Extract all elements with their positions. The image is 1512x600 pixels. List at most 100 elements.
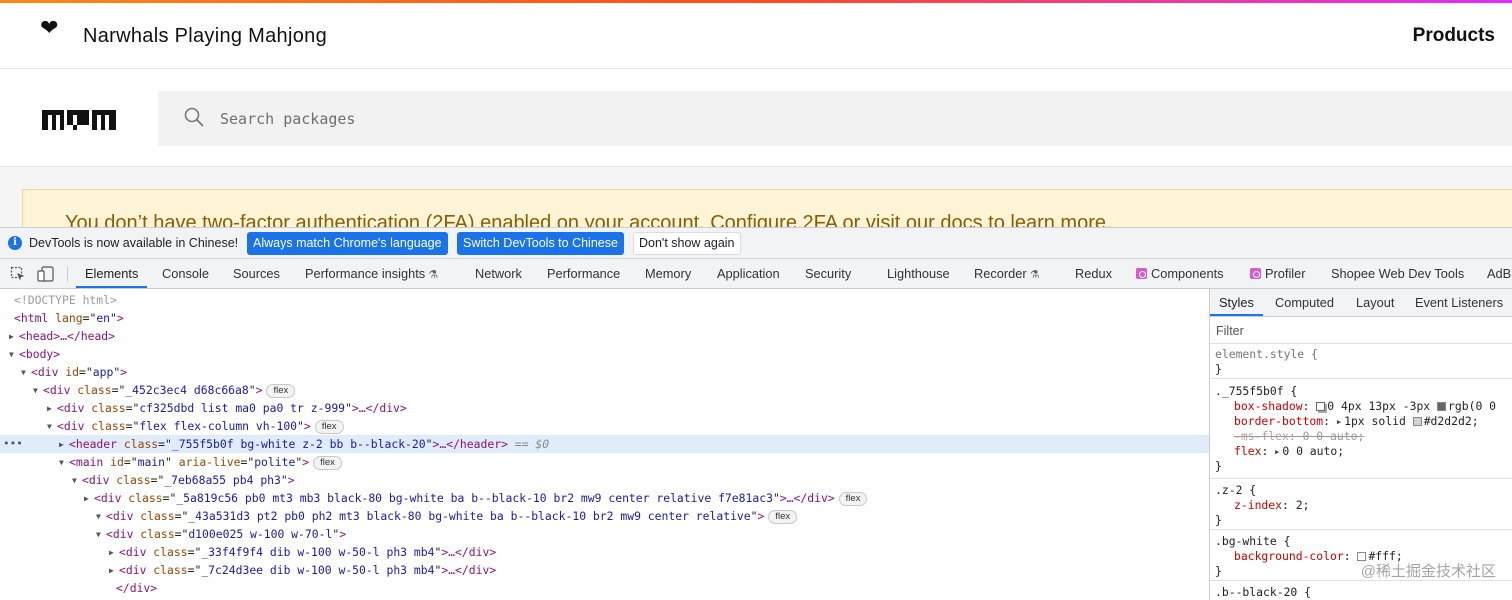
elements-dom-tree: <!DOCTYPE html> <html lang="en"> ▶ <head>…… [0,289,1209,600]
switch-to-chinese-button[interactable]: Switch DevTools to Chinese [457,232,624,255]
tab-components[interactable]: Components [1136,259,1224,288]
flex-badge[interactable]: flex [838,492,868,506]
page-content: You don’t have two-factor authentication… [0,167,1512,234]
search-input[interactable] [220,105,820,133]
css-rule-755f5b0f[interactable]: ._755f5b0f { box-shadow: 0 4px 13px -3px… [1210,382,1512,479]
devtools-infobar: i DevTools is now available in Chinese! … [0,228,1512,259]
collapse-triangle-icon[interactable]: ▼ [33,382,43,400]
tab-performance-insights[interactable]: Performance insights ⚗ [305,259,438,288]
dom-node[interactable]: ▶ <div class="_33f4f9f4 dib w-100 w-50-l … [0,543,1209,561]
dom-node[interactable]: ▼ <div id="app"> [0,363,1209,381]
selected-node-marker: == $0 [514,437,550,451]
expand-triangle-icon[interactable]: ▶ [9,328,19,346]
dom-node[interactable]: ▼ <div class="flex flex-column vh-100"> fl… [0,417,1209,435]
dom-node-selected[interactable]: ••• ▶ <header class="_755f5b0f bg-white z-… [0,435,1209,453]
dom-node[interactable]: ▶ <div class="cf325dbd list ma0 pa0 tr z-… [0,399,1209,417]
search-icon [184,107,204,127]
tab-adb[interactable]: AdB [1487,259,1511,288]
tab-redux[interactable]: Redux [1075,259,1112,288]
tab-event-listeners[interactable]: Event Listeners [1415,289,1503,316]
site-header: ❤ Narwhals Playing Mahjong Products [0,3,1512,69]
styles-filter-input[interactable] [1216,322,1496,340]
tab-elements[interactable]: Elements [76,259,148,288]
dom-node[interactable]: ▼ <div class="_43a531d3 pt2 pb0 ph2 mt3 b… [0,507,1209,525]
collapse-triangle-icon[interactable]: ▼ [96,526,106,544]
css-prop-flex[interactable]: flex: ▶ 0 0 auto; [1210,444,1512,459]
collapse-triangle-icon[interactable]: ▼ [59,454,69,472]
collapse-triangle-icon[interactable]: ▼ [96,508,106,526]
info-icon: i [8,236,22,250]
css-prop-box-shadow[interactable]: box-shadow: 0 4px 13px -3px rgb(0 0 [1210,399,1512,414]
site-title[interactable]: Narwhals Playing Mahjong [83,25,327,48]
tab-application[interactable]: Application [717,259,780,288]
flex-badge[interactable]: flex [314,420,344,434]
inspect-element-icon[interactable] [10,266,26,282]
heart-icon[interactable]: ❤ [40,15,58,41]
css-prop-z-index[interactable]: z-index: 2; [1210,498,1512,513]
flex-badge[interactable]: flex [768,510,798,524]
expand-triangle-icon[interactable]: ▶ [1275,448,1279,456]
tab-sources[interactable]: Sources [233,259,280,288]
expand-triangle-icon[interactable]: ▶ [59,436,69,454]
experiment-flask-icon: ⚗ [428,269,439,281]
tab-shopee-web-dev-tools[interactable]: Shopee Web Dev Tools [1331,259,1464,288]
dom-node[interactable]: ▼ <div class="_7eb68a55 pb4 ph3"> [0,471,1209,489]
expand-triangle-icon[interactable]: ▶ [84,490,94,508]
dom-node[interactable]: </div> [0,579,1209,597]
collapse-triangle-icon[interactable]: ▼ [21,364,31,382]
npm-search-bar [0,70,1512,167]
collapse-triangle-icon[interactable]: ▼ [72,472,82,490]
expand-triangle-icon[interactable]: ▶ [47,400,57,418]
dom-node[interactable]: ▼ <main id="main" aria-live="polite"> flex [0,453,1209,471]
devtools-tabbar: Elements Console Sources Performance ins… [0,259,1512,289]
expand-triangle-icon[interactable]: ▶ [109,562,119,580]
infobar-message: DevTools is now available in Chinese! [29,236,239,250]
dom-node[interactable]: ▶ <head>…</head> [0,327,1209,345]
tabbar-separator [67,266,68,282]
dom-node[interactable]: ▼ <div class="_452c3ec4 d68c66a8"> flex [0,381,1209,399]
css-rule-element-style[interactable]: element.style { } [1210,345,1512,379]
react-icon [1250,268,1261,279]
tab-profiler[interactable]: Profiler [1250,259,1306,288]
collapse-triangle-icon[interactable]: ▼ [47,418,57,436]
node-actions-dots-icon[interactable]: ••• [3,435,23,453]
experiment-flask-icon: ⚗ [1029,269,1040,281]
tab-memory[interactable]: Memory [645,259,691,288]
tab-recorder[interactable]: Recorder ⚗ [974,259,1040,288]
css-prop-border-bottom[interactable]: border-bottom: ▶ 1px solid #d2d2d2; [1210,414,1512,429]
color-swatch[interactable] [1437,402,1447,411]
css-rule-z-2[interactable]: .z-2 { z-index: 2; } [1210,481,1512,530]
dom-node[interactable]: ▶ <div class="_5a819c56 pb0 mt3 mb3 black… [0,489,1209,507]
color-swatch[interactable] [1412,417,1422,426]
dont-show-again-button[interactable]: Don't show again [633,232,741,255]
devtools-panel: i DevTools is now available in Chinese! … [0,227,1512,600]
watermark: @稀土掘金技术社区 [1360,563,1496,580]
tab-performance[interactable]: Performance [547,259,620,288]
flex-badge[interactable]: flex [313,456,342,470]
tab-security[interactable]: Security [805,259,851,288]
tab-layout[interactable]: Layout [1356,289,1394,316]
tab-lighthouse[interactable]: Lighthouse [887,259,950,288]
tab-styles[interactable]: Styles [1210,289,1263,316]
expand-triangle-icon[interactable]: ▶ [109,544,119,562]
tab-network[interactable]: Network [475,259,522,288]
search-box[interactable] [158,91,1512,146]
dom-node[interactable]: ▶ <div class="_7c24d3ee dib w-100 w-50-l … [0,561,1209,579]
tab-computed[interactable]: Computed [1275,289,1334,316]
flex-badge[interactable]: flex [266,384,296,398]
tab-console[interactable]: Console [162,259,209,288]
shadow-editor-icon[interactable] [1316,402,1326,411]
dom-node[interactable]: ▼ <body> [0,345,1209,363]
collapse-triangle-icon[interactable]: ▼ [9,346,19,364]
expand-triangle-icon[interactable]: ▶ [1337,418,1341,426]
styles-sidebar-tabs: Styles Computed Layout Event Listeners [1210,289,1512,317]
dom-node[interactable]: <html lang="en"> [0,309,1209,327]
css-rule-b-black-20[interactable]: .b--black-20 { [1210,583,1512,600]
device-toolbar-icon[interactable] [37,266,55,282]
css-prop-ms-flex[interactable]: -ms-flex: 0 0 auto; [1210,429,1512,444]
match-language-button[interactable]: Always match Chrome's language [247,232,448,255]
dom-node[interactable]: ▼ <div class="d100e025 w-100 w-70-l"> [0,525,1209,543]
dom-node-doctype[interactable]: <!DOCTYPE html> [0,291,1209,309]
npm-logo[interactable] [42,110,116,130]
products-link[interactable]: Products [1413,25,1495,47]
